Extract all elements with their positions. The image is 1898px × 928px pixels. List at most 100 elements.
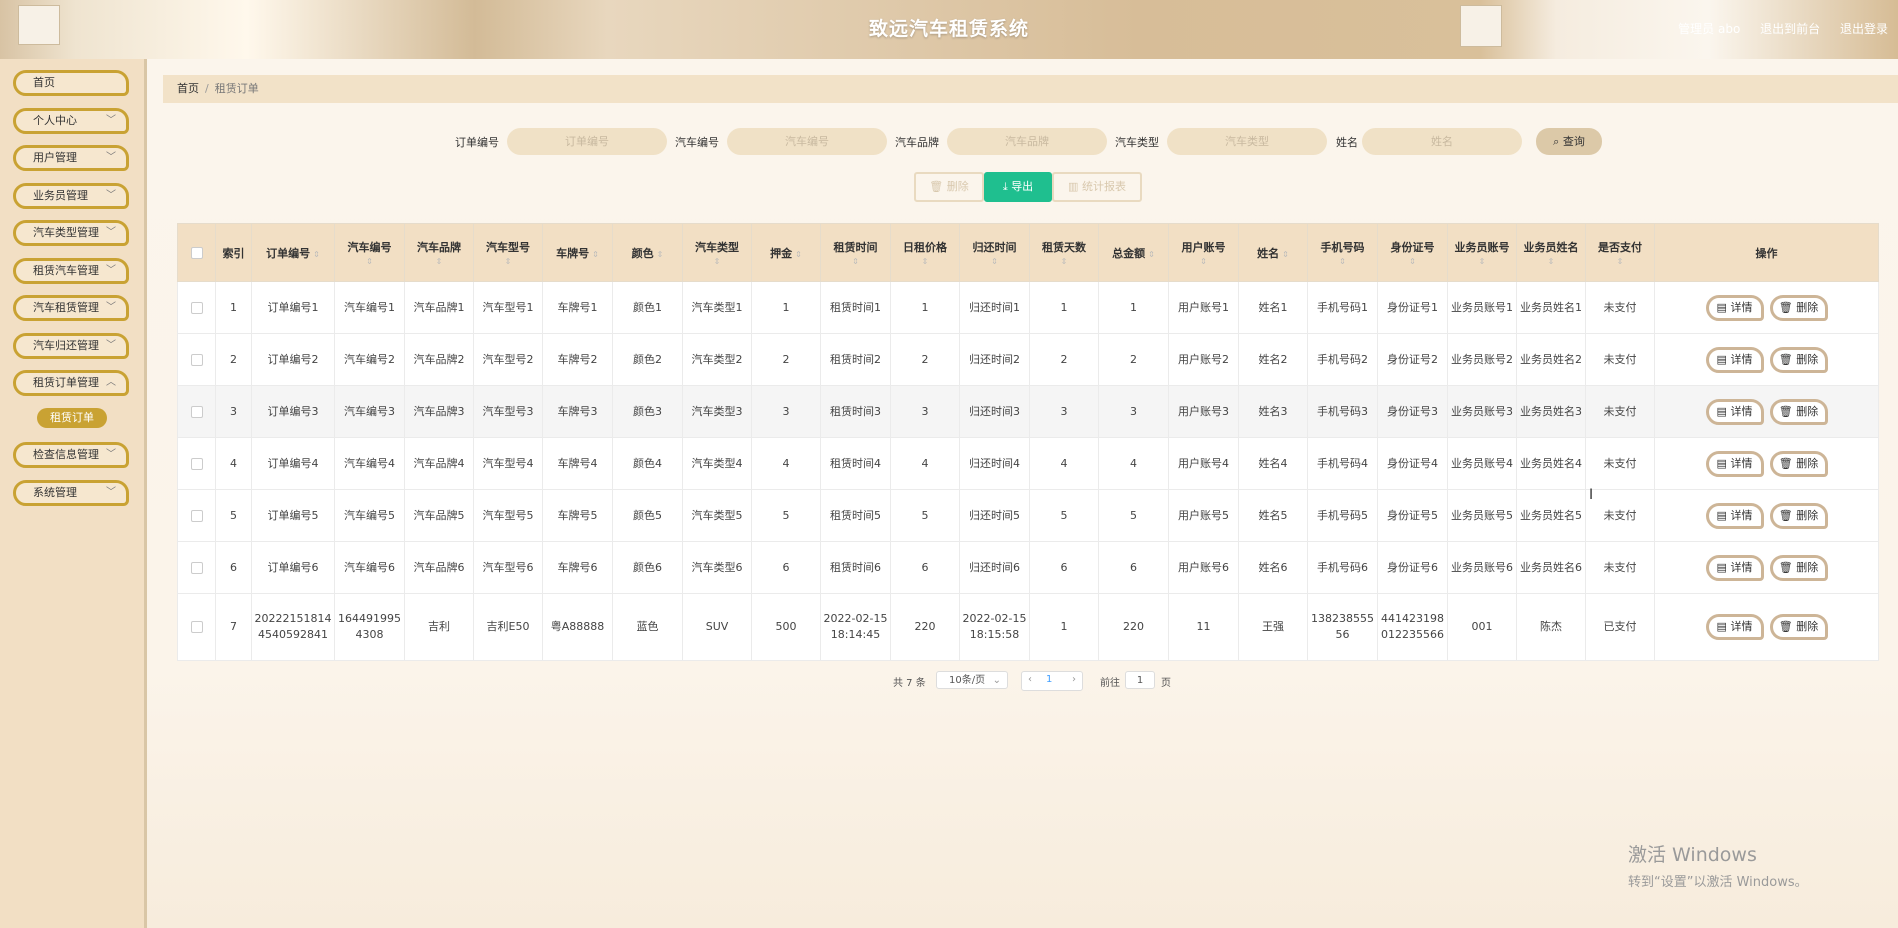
row-checkbox[interactable] [190, 457, 203, 470]
search-input-name[interactable] [1362, 128, 1522, 155]
table-cell: 未支付 [1585, 281, 1655, 334]
sidebar-item-car-type-management[interactable]: 汽车类型管理 ﹀ [13, 220, 129, 246]
column-header[interactable]: 汽车型号 ⇕ [473, 223, 543, 282]
row-checkbox[interactable] [190, 561, 203, 574]
query-button[interactable]: ⌕ 查询 [1536, 128, 1602, 155]
column-header[interactable]: 租赁天数 ⇕ [1029, 223, 1099, 282]
export-button[interactable]: ⤓ 导出 [984, 172, 1052, 202]
row-checkbox[interactable] [190, 509, 203, 522]
batch-delete-button[interactable]: 🗑 删除 [914, 172, 984, 202]
column-header[interactable]: 业务员账号 ⇕ [1447, 223, 1517, 282]
table-cell: 汽车型号6 [473, 541, 543, 594]
sort-icon[interactable]: ⇕ [1588, 257, 1652, 267]
sort-icon[interactable]: ⇕ [313, 250, 320, 259]
table-cell: 3 [1098, 385, 1169, 438]
delete-button[interactable]: 🗑 删除 [1769, 346, 1828, 373]
stats-report-button[interactable]: ▥ 统计报表 [1052, 172, 1142, 202]
sort-icon[interactable]: ⇕ [823, 257, 888, 267]
column-header[interactable]: 颜色 ⇕ [612, 223, 683, 282]
sidebar-item-car-return-management[interactable]: 汽车归还管理 ﹀ [13, 333, 129, 359]
select-all-checkbox[interactable] [190, 247, 203, 259]
logout-link[interactable]: 退出登录 [1840, 22, 1888, 36]
search-input-car-type[interactable] [1167, 128, 1327, 155]
row-checkbox[interactable] [190, 301, 203, 314]
detail-button[interactable]: ▤ 详情 [1705, 294, 1764, 321]
detail-button[interactable]: ▤ 详情 [1705, 502, 1764, 529]
column-header[interactable]: 租赁时间 ⇕ [820, 223, 891, 282]
sort-icon[interactable]: ⇕ [337, 257, 402, 267]
sort-icon[interactable]: ⇕ [1380, 257, 1445, 267]
sidebar-item-personal-center[interactable]: 个人中心 ﹀ [13, 108, 129, 134]
sidebar-item-rental-car-management[interactable]: 租赁汽车管理 ﹀ [13, 258, 129, 284]
sort-icon[interactable]: ⇕ [1171, 257, 1236, 267]
current-page[interactable]: 1 [1046, 674, 1052, 685]
sidebar-item-inspection-management[interactable]: 检查信息管理 ﹀ [13, 442, 129, 468]
column-label: 业务员账号 [1454, 240, 1510, 254]
row-checkbox[interactable] [190, 353, 203, 366]
search-input-car-no[interactable] [727, 128, 887, 155]
sort-icon[interactable]: ⇕ [1519, 257, 1583, 267]
detail-button[interactable]: ▤ 详情 [1705, 450, 1764, 477]
sort-icon[interactable]: ⇕ [1032, 257, 1096, 267]
sort-icon[interactable]: ⇕ [685, 257, 749, 267]
sidebar-item-home[interactable]: 首页 [13, 70, 129, 96]
sort-icon[interactable]: ⇕ [476, 257, 540, 267]
row-checkbox[interactable] [190, 621, 203, 633]
sidebar-item-label: 租赁汽车管理 [33, 264, 99, 277]
sort-icon[interactable]: ⇕ [1450, 257, 1514, 267]
sort-icon[interactable]: ⇕ [592, 250, 599, 259]
sort-icon[interactable]: ⇕ [1282, 250, 1289, 259]
column-header[interactable]: 业务员姓名 ⇕ [1516, 223, 1586, 282]
column-header[interactable]: 身份证号 ⇕ [1377, 223, 1448, 282]
back-to-front-link[interactable]: 退出到前台 [1760, 22, 1820, 36]
column-header[interactable]: 车牌号 ⇕ [542, 223, 613, 282]
sort-icon[interactable]: ⇕ [1310, 257, 1375, 267]
delete-button[interactable]: 🗑 删除 [1769, 614, 1828, 640]
detail-button[interactable]: ▤ 详情 [1705, 554, 1764, 581]
sidebar-subitem-rental-orders[interactable]: 租赁订单 [37, 408, 107, 428]
sidebar-item-system-management[interactable]: 系统管理 ﹀ [13, 480, 129, 506]
delete-button[interactable]: 🗑 删除 [1769, 502, 1828, 529]
sort-icon[interactable]: ⇕ [1148, 250, 1155, 259]
page-size-select[interactable]: 10条/页 ⌄ [936, 671, 1008, 689]
sidebar-item-rental-order-management[interactable]: 租赁订单管理 ︿ [13, 370, 129, 396]
sidebar-item-car-rental-management[interactable]: 汽车租赁管理 ﹀ [13, 295, 129, 321]
delete-button[interactable]: 🗑 删除 [1769, 294, 1828, 321]
column-header[interactable]: 归还时间 ⇕ [959, 223, 1030, 282]
sidebar-item-salesman-management[interactable]: 业务员管理 ﹀ [13, 183, 129, 209]
delete-button[interactable]: 🗑 删除 [1769, 398, 1828, 425]
column-header[interactable]: 是否支付 ⇕ [1585, 223, 1655, 282]
sort-icon[interactable]: ⇕ [407, 257, 471, 267]
column-header[interactable]: 手机号码 ⇕ [1307, 223, 1378, 282]
table-cell: 业务员账号6 [1447, 541, 1517, 594]
sort-icon[interactable]: ⇕ [893, 257, 957, 267]
column-header[interactable]: 用户账号 ⇕ [1168, 223, 1239, 282]
column-header[interactable]: 总金额 ⇕ [1098, 223, 1169, 282]
delete-button[interactable]: 🗑 删除 [1769, 450, 1828, 477]
detail-button[interactable]: ▤ 详情 [1705, 346, 1764, 373]
row-checkbox[interactable] [190, 405, 203, 418]
column-header[interactable]: 汽车类型 ⇕ [682, 223, 752, 282]
search-input-order-no[interactable] [507, 128, 667, 155]
sort-icon[interactable]: ⇕ [657, 250, 664, 259]
prev-page-icon[interactable]: ‹ [1028, 674, 1032, 685]
sort-icon[interactable]: ⇕ [795, 250, 802, 259]
delete-button[interactable]: 🗑 删除 [1769, 554, 1828, 581]
column-header[interactable]: 汽车品牌 ⇕ [404, 223, 474, 282]
next-page-icon[interactable]: › [1072, 674, 1076, 685]
column-header[interactable]: 姓名 ⇕ [1238, 223, 1308, 282]
column-header[interactable]: 汽车编号 ⇕ [334, 223, 405, 282]
column-header[interactable]: 押金 ⇕ [751, 223, 821, 282]
column-header[interactable]: 订单编号 ⇕ [251, 223, 335, 282]
sort-icon[interactable]: ⇕ [962, 257, 1027, 267]
detail-button[interactable]: ▤ 详情 [1705, 614, 1764, 640]
detail-button[interactable]: ▤ 详情 [1705, 398, 1764, 425]
top-header: 致远汽车租赁系统 管理员 abo 退出到前台 退出登录 [0, 0, 1898, 59]
column-header[interactable]: 日租价格 ⇕ [890, 223, 960, 282]
table-cell: 订单编号6 [251, 541, 335, 594]
goto-page-input[interactable]: 1 [1125, 671, 1155, 689]
sidebar-item-user-management[interactable]: 用户管理 ﹀ [13, 145, 129, 171]
breadcrumb-home[interactable]: 首页 [177, 82, 199, 95]
select-all-header[interactable] [177, 223, 216, 282]
search-input-car-brand[interactable] [947, 128, 1107, 155]
